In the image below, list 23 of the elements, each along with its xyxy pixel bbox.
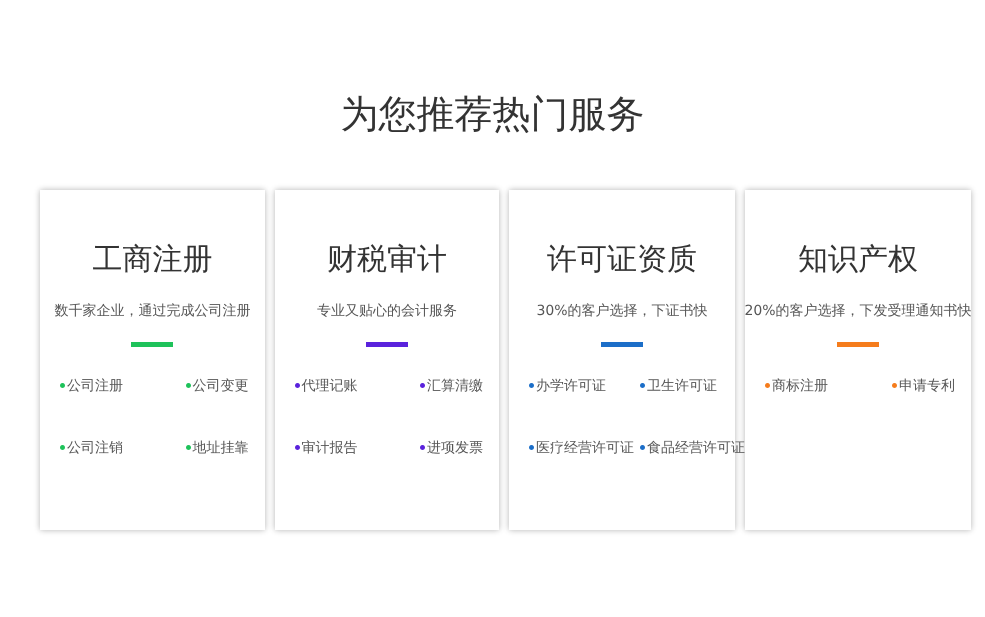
service-link[interactable]: 进项发票 xyxy=(420,438,483,457)
card-title: 财税审计 xyxy=(326,242,447,278)
service-link[interactable]: 汇算清缴 xyxy=(420,376,483,395)
service-link[interactable]: 公司变更 xyxy=(186,376,248,395)
service-link[interactable]: 地址挂靠 xyxy=(186,438,248,457)
service-link[interactable]: 公司注册 xyxy=(60,376,180,395)
card-subtitle: 20%的客户选择，下发受理通知书快 xyxy=(744,302,972,320)
service-link[interactable]: 代理记账 xyxy=(294,376,414,395)
service-link[interactable]: 公司注销 xyxy=(60,438,180,457)
service-link[interactable]: 审计报告 xyxy=(294,438,414,457)
service-link[interactable]: 医疗经营许可证 xyxy=(529,438,634,457)
card-title: 工商注册 xyxy=(92,242,212,278)
service-link[interactable]: 食品经营许可证 xyxy=(640,438,745,457)
service-link[interactable]: 办学许可证 xyxy=(529,376,634,395)
card-subtitle: 专业又贴心的会计服务 xyxy=(316,302,457,320)
card-subtitle: 30%的客户选择，下证书快 xyxy=(536,302,708,320)
service-link[interactable]: 申请专利 xyxy=(892,376,955,395)
section-heading: 为您推荐热门服务 xyxy=(340,92,646,138)
card-title: 知识产权 xyxy=(798,242,918,278)
service-link[interactable]: 卫生许可证 xyxy=(640,376,745,395)
card-title: 许可证资质 xyxy=(547,242,697,278)
service-link[interactable]: 商标注册 xyxy=(765,376,886,395)
card-subtitle: 数千家企业，通过完成公司注册 xyxy=(54,302,250,320)
